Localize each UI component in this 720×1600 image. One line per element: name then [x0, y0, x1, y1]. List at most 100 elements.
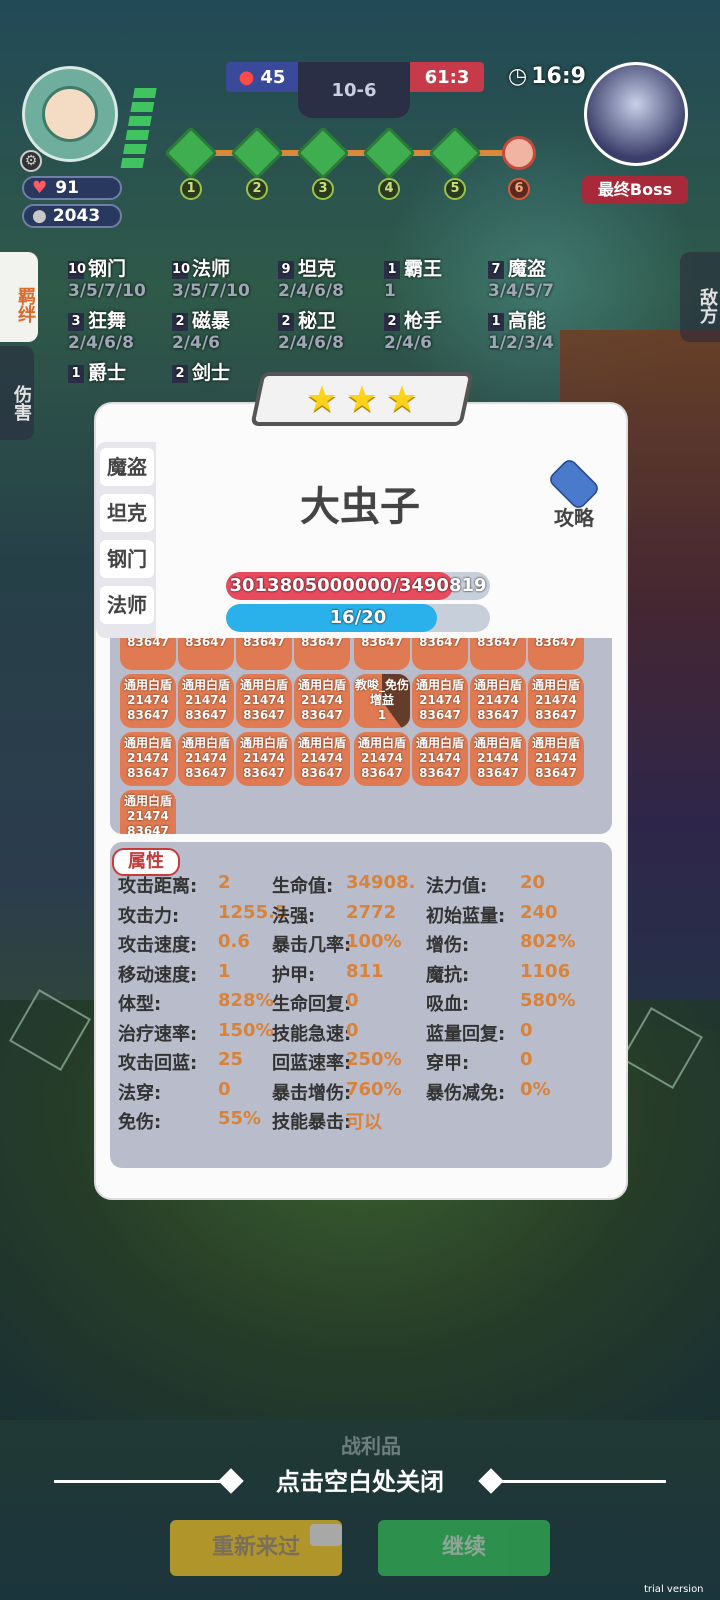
boss-avatar[interactable] — [584, 62, 688, 166]
buff-value: 21474 83647 — [301, 751, 343, 780]
buff-icon[interactable]: 通用白盾 21474 83647 — [120, 790, 176, 834]
attribute-label: 增伤: — [426, 935, 470, 956]
buff-icon[interactable]: 通用白盾 21474 83647 — [528, 674, 584, 728]
spoils-label: 战利品 — [341, 1434, 401, 1458]
buff-icon[interactable]: 通用白盾 21474 83647 — [120, 732, 176, 786]
stage-node-4 — [362, 126, 416, 180]
stage-node-label: 2 — [246, 178, 268, 200]
player-hp-display: ♥ 91 — [22, 176, 122, 200]
buff-icon[interactable]: 21474 83647 — [178, 638, 234, 670]
drop-icon: ● — [238, 66, 255, 88]
buff-icon[interactable]: 通用白盾 21474 83647 — [528, 732, 584, 786]
tab-enemy[interactable]: 敌方 — [680, 252, 720, 342]
attribute-value: 0.6 — [218, 931, 250, 952]
stage-node-2 — [230, 126, 284, 180]
attribute-value: 0 — [520, 1049, 533, 1070]
synergy-name: 法师 — [192, 258, 231, 280]
attribute-value: 0 — [346, 1019, 359, 1041]
buff-icon[interactable]: 21474 83647 — [470, 638, 526, 670]
divider — [496, 1480, 666, 1483]
buff-list[interactable]: 21474 83647 21474 83647 21474 83647 21474 8… — [110, 638, 612, 834]
buff-icon[interactable]: 通用白盾 21474 83647 — [412, 732, 468, 786]
synergy-count: 3 — [68, 313, 84, 331]
stage-node-3 — [296, 126, 350, 180]
attribute-label: 攻击距离: — [118, 876, 198, 897]
attribute-value: 811 — [346, 960, 384, 982]
class-tag[interactable]: 法师 — [100, 586, 154, 624]
guide-button[interactable]: 攻略 — [540, 456, 608, 534]
buff-icon-special[interactable]: 教唆_免伤增益 1 — [354, 674, 410, 728]
attribute-value: 1 — [218, 960, 231, 982]
buff-icon[interactable]: 21474 83647 — [120, 638, 176, 670]
attribute-value: 可以 — [346, 1112, 382, 1133]
buff-value: 21474 83647 — [127, 638, 169, 649]
buff-label: 通用白盾 — [123, 678, 172, 692]
synergy-item: 1 高能 1/2/3/4 — [488, 310, 554, 354]
buff-icon[interactable]: 通用白盾 21474 83647 — [354, 732, 410, 786]
synergy-name: 狂舞 — [88, 310, 127, 332]
synergy-name: 爵士 — [88, 362, 127, 384]
synergy-item: 2 剑士 — [172, 362, 230, 384]
tab-damage[interactable]: 伤害 — [0, 346, 34, 440]
buff-stack: 1 — [377, 708, 387, 722]
unit-hp-text: 3013805000000/3490819 — [229, 575, 487, 596]
buff-icon[interactable]: 通用白盾 21474 83647 — [120, 674, 176, 728]
buff-value: 21474 83647 — [477, 693, 519, 722]
buff-icon[interactable]: 21474 83647 — [528, 638, 584, 670]
class-tag[interactable]: 魔盗 — [100, 448, 154, 486]
buff-icon[interactable]: 通用白盾 21474 83647 — [470, 732, 526, 786]
watermark: trial version — [644, 1584, 704, 1595]
tab-synergy[interactable]: 羁绊 — [0, 252, 38, 342]
stage-node-label: 5 — [444, 178, 466, 200]
synergy-name: 秘卫 — [298, 310, 337, 332]
attribute-label: 穿甲: — [426, 1053, 470, 1074]
continue-button[interactable]: 继续 — [378, 1520, 550, 1576]
attribute-label: 暴击增伤: — [272, 1082, 352, 1104]
player-gold-display: ● 2043 — [22, 204, 122, 228]
gear-icon[interactable]: ⚙ — [20, 150, 42, 172]
buff-icon[interactable]: 21474 83647 — [236, 638, 292, 670]
attribute-label: 治疗速率: — [118, 1023, 198, 1045]
buff-icon[interactable]: 通用白盾 21474 83647 — [236, 674, 292, 728]
star-icon: ★ — [305, 378, 338, 420]
unit-mana-text: 16/20 — [329, 607, 387, 628]
synergy-count: 2 — [172, 313, 188, 331]
buff-icon[interactable]: 通用白盾 21474 83647 — [178, 732, 234, 786]
attribute-value: 0 — [520, 1019, 533, 1041]
attribute-value: 240 — [520, 901, 558, 923]
buff-icon[interactable]: 通用白盾 21474 83647 — [470, 674, 526, 728]
attribute-value: 1106 — [520, 960, 571, 982]
buff-value: 21474 83647 — [243, 638, 285, 649]
buff-label: 教唆_免伤增益 — [354, 678, 409, 707]
divider — [54, 1480, 230, 1483]
round-timer: ◷ 16:9 — [508, 64, 586, 89]
close-hint[interactable]: 点击空白处关闭 — [240, 1462, 480, 1497]
synergy-count: 2 — [278, 313, 294, 331]
buff-icon[interactable]: 通用白盾 21474 83647 — [236, 732, 292, 786]
heart-icon: ♥ — [32, 178, 48, 198]
ally-score-value: 45 — [260, 66, 286, 88]
player-avatar[interactable] — [22, 66, 118, 162]
buff-icon[interactable]: 通用白盾 21474 83647 — [178, 674, 234, 728]
buff-icon[interactable]: 21474 83647 — [294, 638, 350, 670]
class-tag[interactable]: 坦克 — [100, 494, 154, 532]
attribute-label: 生命回复: — [272, 994, 352, 1015]
synergy-name: 高能 — [508, 310, 547, 332]
buff-icon[interactable]: 21474 83647 — [354, 638, 410, 670]
synergy-tiers: 1 — [384, 281, 396, 301]
buff-icon[interactable]: 通用白盾 21474 83647 — [294, 732, 350, 786]
class-tag[interactable]: 钢门 — [100, 540, 154, 578]
attribute-value: 0 — [346, 990, 359, 1011]
synergy-item: 1 霸王 1 — [384, 258, 442, 302]
buff-icon[interactable]: 通用白盾 21474 83647 — [294, 674, 350, 728]
attribute-value: 55% — [218, 1108, 262, 1129]
level-meter — [120, 84, 158, 168]
attribute-label: 护甲: — [272, 964, 316, 986]
buff-icon[interactable]: 21474 83647 — [412, 638, 468, 670]
buff-label: 通用白盾 — [239, 678, 288, 692]
attribute-value: 34908. — [346, 872, 416, 893]
buff-label: 通用白盾 — [415, 678, 464, 692]
synergy-count: 7 — [488, 261, 504, 279]
buff-icon[interactable]: 通用白盾 21474 83647 — [412, 674, 468, 728]
stage-node-label: 3 — [312, 178, 334, 200]
